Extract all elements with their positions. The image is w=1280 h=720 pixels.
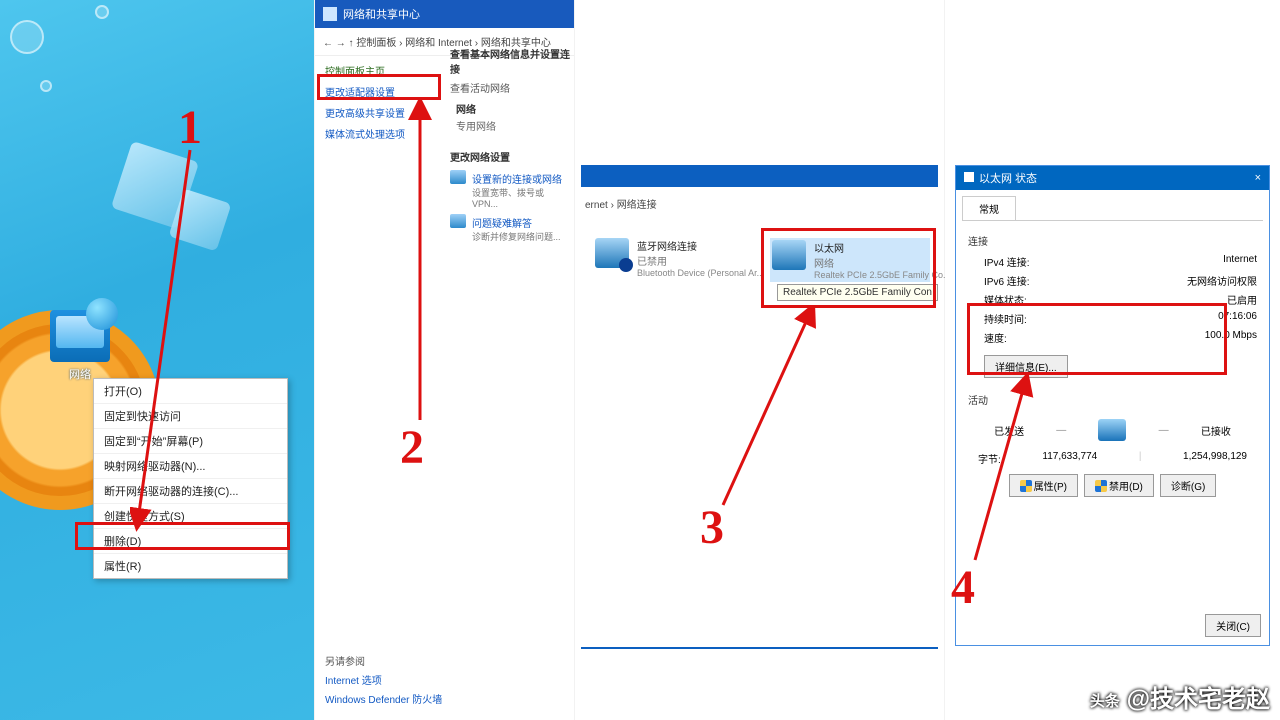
value-ipv4: Internet xyxy=(1223,254,1257,269)
link-internet-options[interactable]: Internet 选项 xyxy=(325,670,442,689)
label-duration: 持续时间: xyxy=(984,311,1027,326)
adapter-ethernet[interactable]: 以太网 网络 Realtek PCIe 2.5GbE Family Co... xyxy=(770,238,930,282)
adapter-name: 以太网 xyxy=(814,240,951,255)
value-recv: 1,254,998,129 xyxy=(1183,451,1247,466)
close-icon[interactable]: × xyxy=(1255,172,1261,184)
bottom-border xyxy=(581,647,938,649)
ctx-disconnect-drive[interactable]: 断开网络驱动器的连接(C)... xyxy=(94,479,287,504)
decoration-bubble xyxy=(10,20,44,54)
label-sent: 已发送 xyxy=(994,423,1024,438)
value-ipv6: 无网络访问权限 xyxy=(1187,273,1257,288)
label-received: 已接收 xyxy=(1201,423,1231,438)
shield-icon xyxy=(1095,480,1107,492)
step-label-1: 1 xyxy=(178,100,202,155)
ctx-pin-quick[interactable]: 固定到快速访问 xyxy=(94,404,287,429)
button-details[interactable]: 详细信息(E)... xyxy=(984,355,1068,378)
dialog-title-text: 以太网 状态 xyxy=(979,173,1037,185)
ethernet-status-dialog: 以太网 状态 × 常规 连接 IPv4 连接: Internet IPv6 连接:… xyxy=(955,165,1270,646)
adapter-status: 已禁用 xyxy=(637,253,764,268)
button-properties[interactable]: 属性(P) xyxy=(1009,474,1078,497)
ctx-delete[interactable]: 删除(D) xyxy=(94,529,287,554)
sidebar-links: 控制面板主页 更改适配器设置 更改高级共享设置 媒体流式处理选项 xyxy=(323,60,433,144)
globe-icon xyxy=(86,298,118,330)
section-activity: 活动 xyxy=(968,388,1257,411)
adapter-name: 蓝牙网络连接 xyxy=(637,238,764,253)
window-title: 网络和共享中心 xyxy=(343,6,420,22)
ctx-map-drive[interactable]: 映射网络驱动器(N)... xyxy=(94,454,287,479)
window-icon xyxy=(323,7,337,21)
activity-pc-icon xyxy=(1098,419,1126,441)
wizard-icon xyxy=(450,170,466,184)
panel-step-3: ernet › 网络连接 蓝牙网络连接 已禁用 Bluetooth Device… xyxy=(575,0,945,720)
context-menu: 打开(O) 固定到快速访问 固定到“开始”屏幕(P) 映射网络驱动器(N)...… xyxy=(93,378,288,579)
network-center-titlebar: 网络和共享中心 xyxy=(315,0,574,28)
button-disable[interactable]: 禁用(D) xyxy=(1084,474,1154,497)
section-active-net: 查看活动网络 xyxy=(450,80,570,95)
button-diagnose[interactable]: 诊断(G) xyxy=(1160,474,1216,497)
step-label-4: 4 xyxy=(951,560,975,615)
dialog-icon xyxy=(964,172,974,182)
step-label-3: 3 xyxy=(700,500,724,555)
adapter-bluetooth[interactable]: 蓝牙网络连接 已禁用 Bluetooth Device (Personal Ar… xyxy=(595,238,755,278)
main-content: 查看基本网络信息并设置连接 查看活动网络 网络 专用网络 更改网络设置 设置新的… xyxy=(450,40,570,246)
network-desktop-icon[interactable]: 网络 xyxy=(45,310,115,382)
section-connection: 连接 xyxy=(968,229,1257,252)
see-also: 另请参阅 Internet 选项 Windows Defender 防火墙 xyxy=(325,651,442,708)
breadcrumb-connections[interactable]: ernet › 网络连接 xyxy=(585,196,657,211)
link-new-connection[interactable]: 设置新的连接或网络设置宽带、拨号或 VPN... xyxy=(450,168,570,212)
adapter-device: Bluetooth Device (Personal Ar... xyxy=(637,268,764,278)
decoration-bubble xyxy=(95,5,109,19)
toolbar-bar xyxy=(581,165,938,187)
tab-general[interactable]: 常规 xyxy=(962,196,1016,220)
panel-step-2: 网络和共享中心 ← → ↑ 控制面板 › 网络和 Internet › 网络和共… xyxy=(315,0,575,720)
ctx-properties[interactable]: 属性(R) xyxy=(94,554,287,578)
value-sent: 117,633,774 xyxy=(1042,451,1097,466)
value-speed: 100.0 Mbps xyxy=(1205,330,1257,345)
arrow-3 xyxy=(715,305,825,515)
label-ipv4: IPv4 连接: xyxy=(984,254,1030,269)
shield-icon xyxy=(1020,480,1032,492)
desktop-icon-label: 网络 xyxy=(69,369,91,381)
link-change-adapter[interactable]: 更改适配器设置 xyxy=(323,81,433,102)
label-bytes: 字节: xyxy=(978,451,1001,466)
ethernet-tooltip: Realtek PCIe 2.5GbE Family Con xyxy=(777,284,938,301)
arrow-2 xyxy=(400,100,440,430)
button-close[interactable]: 关闭(C) xyxy=(1205,614,1261,637)
section-view-basic: 查看基本网络信息并设置连接 xyxy=(450,46,570,76)
step-label-2: 2 xyxy=(400,420,424,475)
dialog-titlebar[interactable]: 以太网 状态 × xyxy=(956,166,1269,190)
ctx-open[interactable]: 打开(O) xyxy=(94,379,287,404)
panel-step-4: 以太网 状态 × 常规 连接 IPv4 连接: Internet IPv6 连接:… xyxy=(945,0,1280,720)
section-change-settings: 更改网络设置 xyxy=(450,149,570,164)
sidebar-header: 控制面板主页 xyxy=(323,60,433,81)
adapter-device: Realtek PCIe 2.5GbE Family Co... xyxy=(814,270,951,280)
label-speed: 速度: xyxy=(984,330,1007,345)
network-name: 网络 xyxy=(450,95,570,118)
link-troubleshoot[interactable]: 问题疑难解答诊断并修复网络问题... xyxy=(450,212,570,246)
watermark: 头条 @技术宅老赵 xyxy=(1090,679,1270,714)
ctx-shortcut[interactable]: 创建快捷方式(S) xyxy=(94,504,287,529)
troubleshoot-icon xyxy=(450,214,466,228)
adapter-status: 网络 xyxy=(814,255,951,270)
value-duration: 07:16:06 xyxy=(1218,311,1257,326)
decoration-bubble xyxy=(40,80,52,92)
value-media: 已启用 xyxy=(1227,292,1257,307)
ctx-pin-start[interactable]: 固定到“开始”屏幕(P) xyxy=(94,429,287,454)
label-media: 媒体状态: xyxy=(984,292,1027,307)
bluetooth-icon xyxy=(595,238,629,268)
panel-step-1: 网络 打开(O) 固定到快速访问 固定到“开始”屏幕(P) 映射网络驱动器(N)… xyxy=(0,0,315,720)
link-media-streaming[interactable]: 媒体流式处理选项 xyxy=(323,123,433,144)
link-advanced-sharing[interactable]: 更改高级共享设置 xyxy=(323,102,433,123)
network-type: 专用网络 xyxy=(450,118,570,143)
see-also-head: 另请参阅 xyxy=(325,651,442,670)
link-defender-firewall[interactable]: Windows Defender 防火墙 xyxy=(325,689,442,708)
ethernet-icon xyxy=(772,240,806,270)
label-ipv6: IPv6 连接: xyxy=(984,273,1030,288)
